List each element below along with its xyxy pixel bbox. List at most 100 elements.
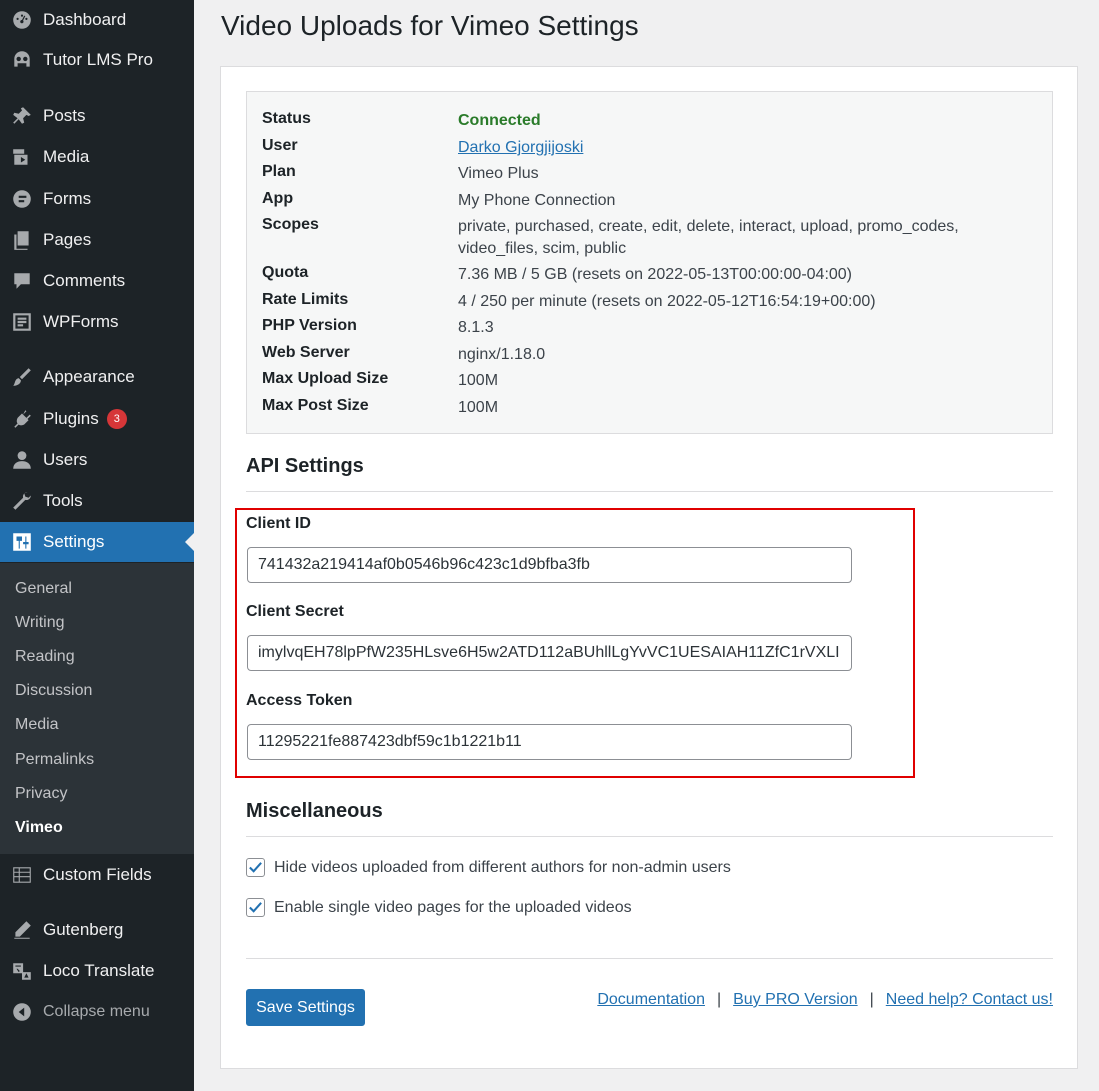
submenu-item-media[interactable]: Media <box>15 716 59 734</box>
status-value: 100M <box>458 372 499 389</box>
tutor-owl-icon <box>10 48 34 72</box>
sidebar-item-label: Settings <box>43 532 105 551</box>
hide-videos-option[interactable]: Hide videos uploaded from different auth… <box>246 858 731 877</box>
save-settings-button[interactable]: Save Settings <box>246 989 365 1026</box>
status-value: 100M <box>458 399 499 416</box>
status-key: App <box>262 190 294 207</box>
translate-icon <box>10 959 34 983</box>
sidebar-item-forms[interactable]: Forms <box>0 179 194 219</box>
sidebar-item-tutor-lms[interactable]: Tutor LMS Pro <box>0 40 194 80</box>
status-value: My Phone Connection <box>458 192 616 209</box>
collapse-menu-button[interactable]: Collapse menu <box>0 992 194 1032</box>
link-separator: | <box>869 991 874 1008</box>
sidebar-item-comments[interactable]: Comments <box>0 261 194 301</box>
sidebar-item-label: Comments <box>43 271 126 290</box>
sidebar-item-dashboard[interactable]: Dashboard <box>0 0 194 40</box>
hide-videos-checkbox[interactable] <box>246 858 265 877</box>
submenu-item-reading[interactable]: Reading <box>15 648 75 666</box>
page-title: Video Uploads for Vimeo Settings <box>221 10 639 41</box>
sidebar-item-label: Users <box>43 450 88 469</box>
miscellaneous-heading: Miscellaneous <box>246 800 383 822</box>
documentation-link[interactable]: Documentation <box>597 991 705 1009</box>
plugin-icon <box>10 407 34 431</box>
option-label: Enable single video pages for the upload… <box>274 898 632 916</box>
status-key: Max Post Size <box>262 397 369 414</box>
grid-icon <box>10 863 34 887</box>
sidebar-item-label: Gutenberg <box>43 920 124 939</box>
paintbrush-icon <box>10 365 34 389</box>
admin-sidebar: Dashboard Tutor LMS Pro Posts Media Form… <box>0 0 194 1091</box>
footer-links: Documentation | Buy PRO Version | Need h… <box>597 991 1053 1009</box>
wpforms-icon <box>10 310 34 334</box>
sidebar-item-label: Dashboard <box>43 10 127 29</box>
sidebar-item-media[interactable]: Media <box>0 137 194 177</box>
status-key: Quota <box>262 264 309 281</box>
sidebar-item-gutenberg[interactable]: Gutenberg <box>0 910 194 950</box>
sidebar-item-label: Tutor LMS Pro <box>43 50 153 69</box>
client-secret-input[interactable] <box>247 635 852 671</box>
user-icon <box>10 448 34 472</box>
submenu-item-writing[interactable]: Writing <box>15 614 65 632</box>
forms-icon <box>10 187 34 211</box>
option-label: Hide videos uploaded from different auth… <box>274 858 731 876</box>
access-token-label: Access Token <box>246 692 353 709</box>
sidebar-item-label: Custom Fields <box>43 865 152 884</box>
checkmark-icon <box>249 862 262 873</box>
client-secret-label: Client Secret <box>246 603 344 620</box>
sidebar-item-tools[interactable]: Tools <box>0 481 194 521</box>
status-key: Max Upload Size <box>262 370 389 387</box>
sidebar-item-label: Collapse menu <box>43 1003 150 1020</box>
single-video-pages-option[interactable]: Enable single video pages for the upload… <box>246 898 632 917</box>
single-video-pages-checkbox[interactable] <box>246 898 265 917</box>
sidebar-item-custom-fields[interactable]: Custom Fields <box>0 855 194 895</box>
settings-sliders-icon <box>10 530 34 554</box>
help-contact-link[interactable]: Need help? Contact us! <box>886 991 1053 1009</box>
access-token-input[interactable] <box>247 724 852 760</box>
wrench-icon <box>10 489 34 513</box>
divider <box>246 836 1053 837</box>
sidebar-item-wpforms[interactable]: WPForms <box>0 302 194 342</box>
plugins-update-badge: 3 <box>106 409 127 429</box>
dashboard-icon <box>10 8 34 32</box>
sidebar-item-settings[interactable]: Settings <box>0 522 194 562</box>
user-profile-link[interactable]: Darko Gjorgjijoski <box>458 139 583 156</box>
settings-submenu: General Writing Reading Discussion Media… <box>0 563 194 854</box>
submenu-item-privacy[interactable]: Privacy <box>15 785 67 803</box>
submenu-item-discussion[interactable]: Discussion <box>15 682 92 700</box>
sidebar-item-loco-translate[interactable]: Loco Translate <box>0 951 194 991</box>
status-value: 7.36 MB / 5 GB (resets on 2022-05-13T00:… <box>458 266 853 283</box>
pencil-icon <box>10 918 34 942</box>
divider <box>246 958 1053 959</box>
submenu-item-general[interactable]: General <box>15 580 72 598</box>
status-value: 8.1.3 <box>458 319 494 336</box>
connection-status-value: Connected <box>458 112 541 129</box>
buy-pro-link[interactable]: Buy PRO Version <box>733 991 858 1009</box>
sidebar-item-label: Pages <box>43 230 92 249</box>
pin-icon <box>10 104 34 128</box>
status-key: Scopes <box>262 216 319 233</box>
status-key: PHP Version <box>262 317 357 334</box>
divider <box>246 491 1053 492</box>
sidebar-item-plugins[interactable]: Plugins 3 <box>0 399 194 439</box>
status-value: 4 / 250 per minute (resets on 2022-05-12… <box>458 293 876 310</box>
status-value: private, purchased, create, edit, delete… <box>458 218 959 257</box>
sidebar-item-label: Forms <box>43 189 92 208</box>
submenu-item-permalinks[interactable]: Permalinks <box>15 751 94 769</box>
status-key: Status <box>262 110 311 127</box>
sidebar-item-pages[interactable]: Pages <box>0 220 194 260</box>
sidebar-item-appearance[interactable]: Appearance <box>0 357 194 397</box>
client-id-label: Client ID <box>246 515 311 532</box>
status-key: Rate Limits <box>262 291 349 308</box>
status-key: User <box>262 137 298 154</box>
sidebar-item-posts[interactable]: Posts <box>0 96 194 136</box>
sidebar-item-label: Tools <box>43 491 83 510</box>
checkmark-icon <box>249 902 262 913</box>
submenu-item-vimeo[interactable]: Vimeo <box>15 819 63 837</box>
comment-icon <box>10 269 34 293</box>
media-icon <box>10 145 34 169</box>
sidebar-item-label: Loco Translate <box>43 961 155 980</box>
sidebar-item-label: Posts <box>43 106 86 125</box>
client-id-input[interactable] <box>247 547 852 583</box>
status-key: Plan <box>262 163 296 180</box>
sidebar-item-users[interactable]: Users <box>0 440 194 480</box>
